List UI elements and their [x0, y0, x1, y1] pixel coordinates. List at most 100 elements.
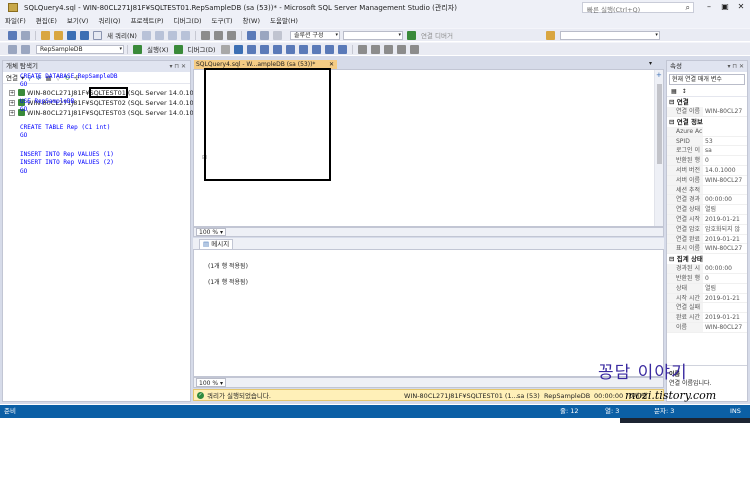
results-grid-icon[interactable] — [324, 44, 334, 54]
new-query-button[interactable]: 새 쿼리(N) — [107, 30, 137, 40]
property-row[interactable]: 연결 경과 00:00:00 — [667, 195, 747, 206]
find-icon[interactable] — [545, 30, 555, 40]
execute-button[interactable]: 실행(X) — [147, 44, 169, 54]
menu-view[interactable]: 보기(V) — [62, 15, 93, 28]
paste-icon[interactable] — [226, 30, 236, 40]
copy-icon[interactable] — [213, 30, 223, 40]
property-row[interactable]: 서버 버전 14.0.1000 — [667, 165, 747, 176]
property-row[interactable]: 반환된 행0 — [667, 156, 747, 166]
results-zoom-combo[interactable]: 100 % ▾ — [196, 378, 226, 387]
new-project-icon[interactable] — [41, 30, 50, 40]
attach-debugger-button[interactable]: 연결 디버거 — [421, 30, 453, 40]
property-row[interactable]: 세션 추적 — [667, 185, 747, 196]
results-text-icon[interactable] — [311, 44, 321, 54]
property-row[interactable]: SPID 53 — [667, 136, 747, 147]
cancel-query-icon[interactable] — [220, 44, 230, 54]
property-row[interactable]: Azure Ac — [667, 126, 747, 137]
property-group[interactable]: ⊟ 연결 — [667, 97, 747, 107]
property-row[interactable]: 연결 실패 — [667, 303, 747, 314]
parse-icon[interactable] — [233, 44, 243, 54]
property-row[interactable]: 시작 시간 2019-01-21 — [667, 293, 747, 304]
solution-platforms-combo[interactable]: ▾ — [342, 30, 403, 40]
property-group[interactable]: ⊟ 집계 상태 — [667, 254, 747, 264]
results-file-icon[interactable] — [337, 44, 347, 54]
change-connection-icon[interactable] — [21, 44, 30, 54]
save-all-icon[interactable] — [80, 30, 89, 40]
live-stats-icon[interactable] — [285, 44, 295, 54]
alphabetical-icon[interactable]: ↕ — [682, 88, 687, 95]
menu-file[interactable]: 파일(F) — [0, 15, 31, 28]
menu-debug[interactable]: 디버그(D) — [168, 15, 206, 28]
expand-icon[interactable]: + — [9, 110, 15, 116]
menu-edit[interactable]: 편집(E) — [31, 15, 62, 28]
query-designer-icon[interactable] — [259, 44, 269, 54]
maximize-button[interactable]: ▣ — [718, 2, 732, 13]
expand-icon[interactable]: + — [9, 100, 15, 106]
property-row[interactable]: 이름 WIN-80CL27 — [667, 322, 747, 333]
quick-launch-input[interactable]: 빠른 실행(Ctrl+Q) ⌕ — [582, 2, 694, 14]
back-icon[interactable] — [8, 30, 17, 40]
cut-icon[interactable] — [200, 30, 210, 40]
editor-zoom-combo[interactable]: 100 % ▾ — [196, 228, 226, 236]
categorized-icon[interactable]: ▦ — [671, 88, 677, 95]
property-row[interactable]: 연결 시작 2019-01-21 — [667, 214, 747, 225]
dmx-query-icon[interactable] — [167, 30, 177, 40]
execute-icon[interactable] — [133, 44, 142, 54]
menu-project[interactable]: 프로젝트(P) — [126, 15, 169, 28]
property-row[interactable]: 연결 상태 열림 — [667, 205, 747, 215]
find-combo[interactable]: ▾ — [559, 30, 660, 40]
debug-button[interactable]: 디버그(D) — [188, 44, 216, 54]
pin-icon[interactable]: ▾ ⊓ ✕ — [169, 61, 186, 72]
undo-icon[interactable] — [246, 30, 256, 40]
property-row[interactable]: 표시 이름 WIN-80CL27 — [667, 244, 747, 255]
tree-node-server[interactable]: + WIN-80CL271J81F¥SQLTEST03 (SQL Server 1… — [3, 108, 202, 118]
property-row[interactable]: 연결 이름 WIN-80CL27 — [667, 107, 747, 117]
property-row[interactable]: 연결 완료 2019-01-21 — [667, 234, 747, 245]
minimize-button[interactable]: – — [702, 2, 716, 13]
save-icon[interactable] — [67, 30, 76, 40]
property-row[interactable]: 연결 암호 암호화되지 않 — [667, 224, 747, 235]
uncomment-icon[interactable] — [370, 44, 380, 54]
client-stats-icon[interactable] — [298, 44, 308, 54]
property-row[interactable]: 상태 열림 — [667, 283, 747, 294]
close-button[interactable]: ✕ — [734, 2, 748, 13]
editor-scroll-thumb[interactable] — [657, 84, 662, 164]
property-row[interactable]: 서버 이름 WIN-80CL27 — [667, 175, 747, 186]
menu-query[interactable]: 쿼리(Q) — [93, 15, 125, 28]
connect-icon[interactable] — [8, 44, 17, 54]
properties-object-selector[interactable]: 현재 연결 매개 변수 — [669, 74, 745, 85]
activity-monitor-icon[interactable] — [272, 30, 282, 40]
editor-vertical-scrollbar[interactable]: + — [654, 70, 663, 226]
redo-icon[interactable] — [259, 30, 269, 40]
debug-icon[interactable] — [173, 44, 183, 54]
tab-list-icon[interactable]: ▾ — [649, 60, 652, 67]
expand-icon[interactable]: + — [9, 90, 15, 96]
display-plan-icon[interactable] — [246, 44, 256, 54]
menu-window[interactable]: 창(W) — [238, 15, 265, 28]
connect-button[interactable]: 연결 — [6, 72, 18, 84]
xmla-query-icon[interactable] — [180, 30, 190, 40]
db-query-icon[interactable] — [141, 30, 151, 40]
results-messages-pane[interactable]: (1개 행 적용됨) (1개 행 적용됨) — [193, 249, 664, 377]
decrease-indent-icon[interactable] — [383, 44, 393, 54]
specify-values-icon[interactable] — [409, 44, 419, 54]
solution-configs-combo[interactable]: 솔루션 구성 ▾ — [289, 30, 340, 40]
split-icon[interactable]: + — [656, 71, 662, 79]
forward-icon[interactable] — [21, 30, 30, 40]
property-row[interactable]: 경과된 시 00:00:00 — [667, 264, 747, 274]
available-databases-combo[interactable]: RepSampleDB ▾ — [36, 44, 124, 54]
property-row[interactable]: 완료 시간 2019-01-21 — [667, 313, 747, 323]
increase-indent-icon[interactable] — [396, 44, 406, 54]
menu-help[interactable]: 도움말(H) — [265, 15, 303, 28]
include-plan-icon[interactable] — [272, 44, 282, 54]
property-group[interactable]: ⊟ 연결 정보 — [667, 117, 747, 127]
property-row[interactable]: 반환된 행0 — [667, 273, 747, 284]
tab-messages[interactable]: ▤ 메시지 — [199, 239, 234, 249]
property-row[interactable]: 로그인 이 sa — [667, 146, 747, 157]
new-query-icon[interactable] — [93, 30, 102, 40]
menu-tools[interactable]: 도구(T) — [207, 15, 238, 28]
mdx-query-icon[interactable] — [154, 30, 164, 40]
tree-node-server[interactable]: + WIN-80CL271J81F¥SQLTEST01 (SQL Server 1… — [3, 87, 202, 98]
open-file-icon[interactable] — [54, 30, 63, 40]
comment-icon[interactable] — [357, 44, 367, 54]
